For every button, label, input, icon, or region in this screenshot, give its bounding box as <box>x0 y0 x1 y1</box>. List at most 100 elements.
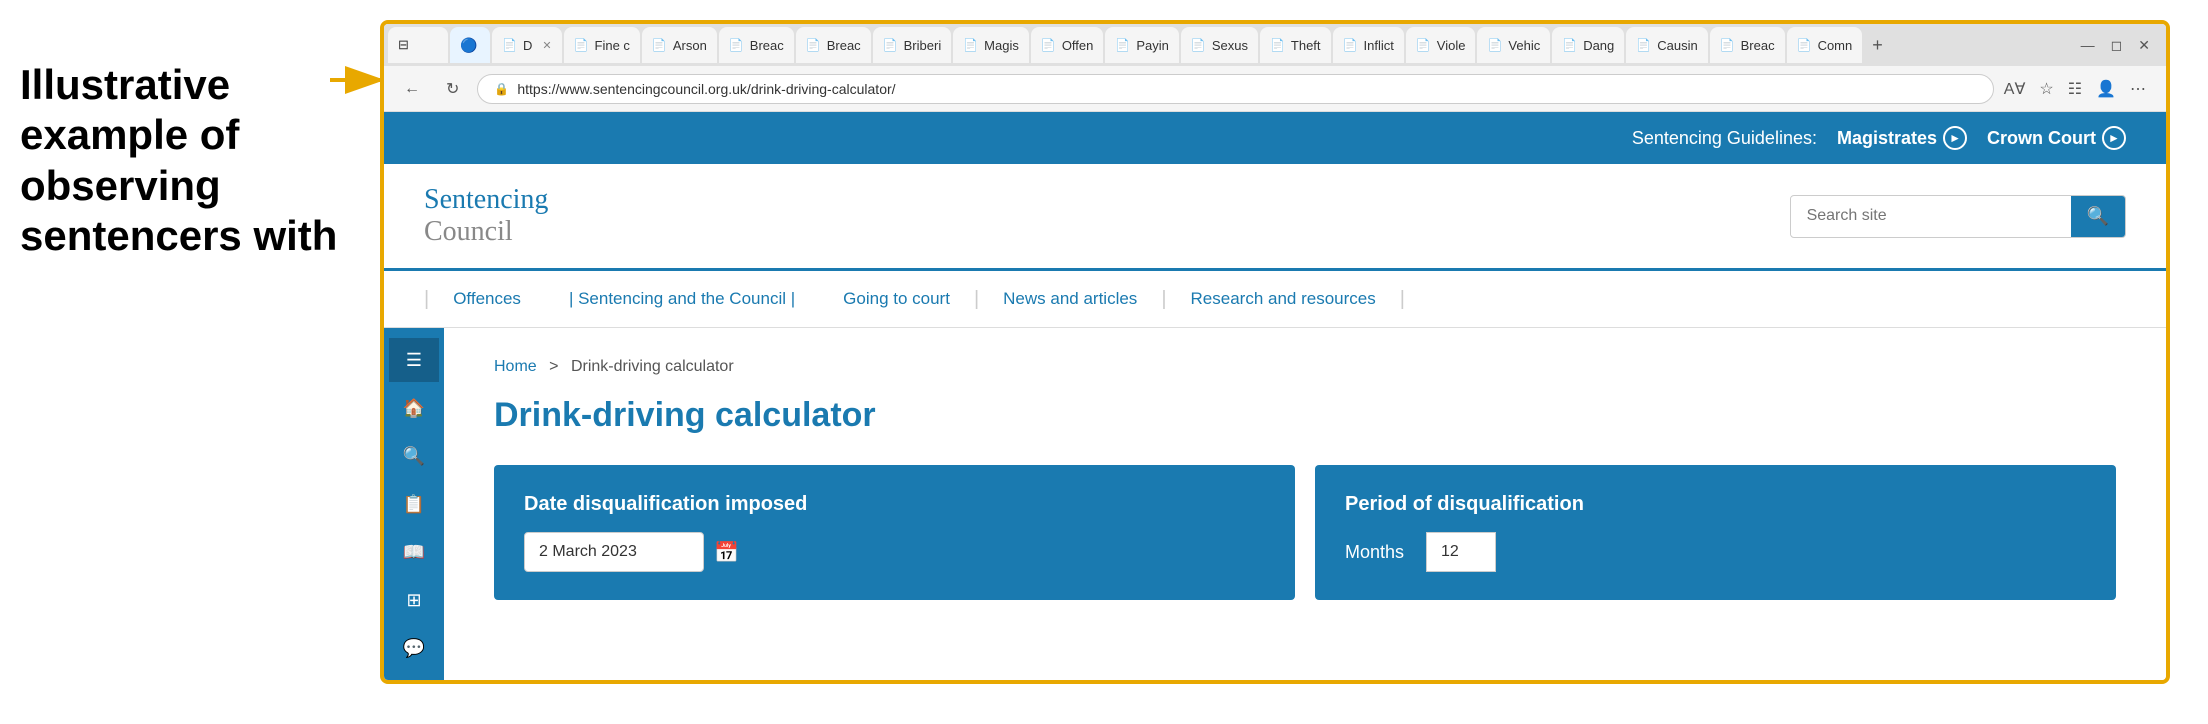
header-search: 🔍 <box>1790 195 2126 238</box>
sidebar-book-icon[interactable]: 📖 <box>389 530 439 574</box>
tab-paying[interactable]: 📄 Payin <box>1105 27 1178 63</box>
nav-item-sentencing[interactable]: | Sentencing and the Council | <box>545 271 819 327</box>
close-icon[interactable]: ✕ <box>2138 37 2150 54</box>
reload-button[interactable]: ↻ <box>438 75 467 103</box>
crown-court-link[interactable]: Crown Court ► <box>1987 126 2126 150</box>
tab-label: Sexus <box>1212 38 1248 53</box>
collections-icon[interactable]: ☷ <box>2068 79 2082 99</box>
sidebar-chat-icon[interactable]: 💬 <box>389 626 439 670</box>
main-area: ☰ 🏠 🔍 📋 📖 ⊞ 💬 Home > Drink-driving calcu… <box>384 328 2166 680</box>
months-input[interactable] <box>1426 532 1496 572</box>
nav-item-offences[interactable]: Offences <box>429 271 545 327</box>
site-logo[interactable]: Sentencing Council <box>424 184 548 248</box>
tab-page-icon: 📄 <box>1416 38 1431 52</box>
tab-page-icon: 📄 <box>883 38 898 52</box>
tab-page-icon: 📄 <box>574 38 589 52</box>
tab-offences[interactable]: 📄 Offen <box>1031 27 1104 63</box>
tab-bribery[interactable]: 📄 Briberi <box>873 27 952 63</box>
sidebar-search-icon[interactable]: 🔍 <box>389 434 439 478</box>
favorites-icon[interactable]: ☆ <box>2039 79 2053 99</box>
tab-label: Breac <box>827 38 861 53</box>
date-input-row: 📅 <box>524 532 1265 572</box>
minimize-icon[interactable]: — <box>2081 37 2095 54</box>
date-input[interactable] <box>524 532 704 572</box>
tab-label: Breac <box>750 38 784 53</box>
tab-fine[interactable]: 📄 Fine c <box>564 27 640 63</box>
tab-ext-icon: 🔵 <box>460 37 477 54</box>
tab-inflict[interactable]: 📄 Inflict <box>1333 27 1404 63</box>
tab-magistrates[interactable]: 📄 Magis <box>953 27 1029 63</box>
window-controls: — ◻ ✕ <box>2081 37 2162 54</box>
nav-item-news[interactable]: News and articles <box>979 271 1161 327</box>
sidebar-calc-icon[interactable]: ⊞ <box>389 578 439 622</box>
tab-violent[interactable]: 📄 Viole <box>1406 27 1476 63</box>
tab-arson[interactable]: 📄 Arson <box>642 27 717 63</box>
tab-page-icon: 📄 <box>1191 38 1206 52</box>
tab-comm[interactable]: 📄 Comn <box>1787 27 1863 63</box>
tab-close-icon[interactable]: ✕ <box>542 39 551 52</box>
settings-icon[interactable]: ⋯ <box>2130 79 2146 99</box>
tab-label: Fine c <box>595 38 630 53</box>
period-card-title: Period of disqualification <box>1345 493 2086 516</box>
months-input-row: Months <box>1345 532 2086 572</box>
tab-d[interactable]: 📄 D ✕ <box>492 27 562 63</box>
tab-page-icon: 📄 <box>502 38 517 52</box>
tab-dangerous[interactable]: 📄 Dang <box>1552 27 1624 63</box>
tab-label: Causin <box>1657 38 1697 53</box>
calendar-icon[interactable]: 📅 <box>714 540 739 565</box>
period-card: Period of disqualification Months <box>1315 465 2116 600</box>
search-input[interactable] <box>1791 197 2071 235</box>
search-button[interactable]: 🔍 <box>2071 196 2125 237</box>
months-label: Months <box>1345 542 1404 563</box>
tab-label: Theft <box>1291 38 1321 53</box>
tab-sexual[interactable]: 📄 Sexus <box>1181 27 1258 63</box>
tab-page-icon: 📄 <box>1720 38 1735 52</box>
tab-label: Inflict <box>1363 38 1393 53</box>
tab-page-icon: 📄 <box>1636 38 1651 52</box>
crown-court-arrow-icon: ► <box>2102 126 2126 150</box>
tab-page-icon: 📄 <box>963 38 978 52</box>
profile-icon[interactable]: 👤 <box>2096 79 2116 99</box>
tab-label: Breac <box>1741 38 1775 53</box>
logo-line2: Council <box>424 216 548 248</box>
tab-breach3[interactable]: 📄 Breac <box>1710 27 1785 63</box>
date-card-title: Date disqualification imposed <box>524 493 1265 516</box>
breadcrumb-home-link[interactable]: Home <box>494 358 537 375</box>
nav-item-court[interactable]: Going to court <box>819 271 974 327</box>
tab-causing[interactable]: 📄 Causin <box>1626 27 1707 63</box>
tab-breach2[interactable]: 📄 Breac <box>796 27 871 63</box>
back-button[interactable]: ← <box>396 76 428 102</box>
tab-label: Viole <box>1437 38 1466 53</box>
nav-sep-4: | <box>1400 288 1405 311</box>
breadcrumb-separator: > <box>549 358 558 375</box>
page-content: Home > Drink-driving calculator Drink-dr… <box>444 328 2166 680</box>
tab-blue-ext[interactable]: 🔵 <box>450 27 490 63</box>
breadcrumb-current: Drink-driving calculator <box>571 358 734 375</box>
tab-label: Payin <box>1136 38 1169 53</box>
breadcrumb: Home > Drink-driving calculator <box>494 358 2116 376</box>
sidebar-menu-icon[interactable]: ☰ <box>389 338 439 382</box>
banner-label: Sentencing Guidelines: <box>1632 128 1817 149</box>
tab-vehicle[interactable]: 📄 Vehic <box>1477 27 1550 63</box>
tab-bar: ⊟ 🔵 📄 D ✕ 📄 Fine c 📄 Arson 📄 Br <box>384 24 2166 66</box>
tab-label: Dang <box>1583 38 1614 53</box>
annotation-text: Illustrative example of observing senten… <box>0 40 360 282</box>
tab-page-icon: 📄 <box>1797 38 1812 52</box>
tab-icon-small: ⊟ <box>398 37 409 53</box>
new-tab-button[interactable]: + <box>1864 35 1891 56</box>
tab-theft[interactable]: 📄 Theft <box>1260 27 1331 63</box>
magistrates-label: Magistrates <box>1837 128 1937 149</box>
sidebar-home-icon[interactable]: 🏠 <box>389 386 439 430</box>
read-aloud-icon[interactable]: A∀ <box>2004 79 2026 99</box>
address-bar[interactable]: 🔒 https://www.sentencingcouncil.org.uk/d… <box>477 74 1993 104</box>
tab-small[interactable]: ⊟ <box>388 27 448 63</box>
site-nav: | Offences | Sentencing and the Council … <box>384 271 2166 328</box>
magistrates-link[interactable]: Magistrates ► <box>1837 126 1967 150</box>
date-card: Date disqualification imposed 📅 <box>494 465 1295 600</box>
tab-breach1[interactable]: 📄 Breac <box>719 27 794 63</box>
address-bar-row: ← ↻ 🔒 https://www.sentencingcouncil.org.… <box>384 66 2166 112</box>
restore-icon[interactable]: ◻ <box>2111 37 2123 54</box>
nav-item-research[interactable]: Research and resources <box>1167 271 1400 327</box>
sidebar-copy-icon[interactable]: 📋 <box>389 482 439 526</box>
page-title: Drink-driving calculator <box>494 396 2116 435</box>
